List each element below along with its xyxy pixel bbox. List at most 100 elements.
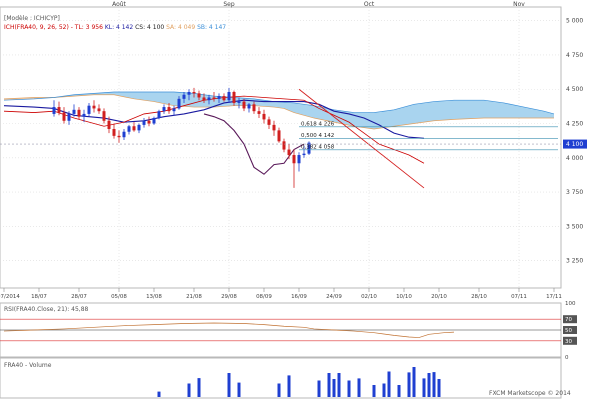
- cloud-segment: [394, 108, 399, 127]
- candle-body: [297, 155, 301, 164]
- date-tick-label: 18/07: [31, 294, 47, 300]
- volume-bar: [317, 380, 321, 397]
- candle-body: [122, 131, 126, 138]
- candle-body: [77, 109, 81, 117]
- volume-title: FRA40 - Volume: [4, 362, 52, 369]
- candle-body: [87, 105, 91, 114]
- cloud-segment: [169, 91, 174, 106]
- cloud-segment: [434, 101, 439, 121]
- candle-body: [132, 126, 136, 131]
- cloud-segment: [474, 100, 479, 119]
- price-tick-label: 4 750: [566, 52, 583, 59]
- date-tick-label: 28/07: [71, 294, 87, 300]
- candle-body: [232, 91, 236, 103]
- candle-body: [167, 107, 171, 112]
- volume-bar: [412, 367, 416, 397]
- cloud-segment: [484, 100, 489, 119]
- legend-entry: KL: 4 142: [105, 24, 135, 31]
- cloud-segment: [414, 103, 419, 124]
- rsi-axis-label: 70: [565, 317, 572, 323]
- candle-body: [97, 108, 101, 112]
- ichimoku-chart: Août Sep Oct Nov 0,618 4 226 0,500 4 142 0,38…: [0, 1, 587, 399]
- cloud-segment: [449, 100, 454, 120]
- volume-bar: [372, 385, 376, 397]
- legend-entry: TL: 3 956: [74, 24, 105, 31]
- candle-body: [197, 93, 201, 98]
- cloud-segment: [494, 101, 499, 119]
- date-tick-label: 09/07/2014: [0, 294, 20, 300]
- candle-body: [177, 98, 181, 109]
- candle-body: [212, 97, 216, 99]
- date-tick-label: 13/08: [146, 294, 162, 300]
- candle-body: [162, 107, 166, 112]
- candle-body: [62, 112, 66, 121]
- candle-body: [127, 126, 131, 132]
- cloud-segment: [534, 109, 539, 119]
- cloud-segment: [159, 91, 164, 104]
- cloud-segment: [419, 102, 424, 123]
- candle-body: [57, 107, 61, 113]
- month-label: Août: [112, 1, 126, 8]
- volume-bar: [197, 378, 201, 397]
- candle-body: [187, 91, 191, 95]
- cloud-segment: [479, 100, 484, 119]
- date-tick-label: 05/08: [111, 294, 127, 300]
- fib-level-label: 0,500 4 142: [301, 133, 334, 139]
- volume-bar: [422, 378, 426, 397]
- candle-body: [222, 96, 226, 101]
- cloud-segment: [524, 107, 529, 119]
- candle-body: [112, 128, 116, 136]
- legend-entry: SA: 4 049: [166, 24, 197, 31]
- cloud-segment: [409, 104, 414, 125]
- candle-body: [152, 118, 156, 124]
- price-panel: [0, 6, 562, 289]
- cloud-segment: [189, 93, 194, 108]
- cloud-segment: [164, 91, 169, 105]
- candle-body: [302, 153, 306, 156]
- candle-body: [82, 113, 86, 117]
- cloud-segment: [464, 100, 469, 119]
- date-tick-label: 10/10: [396, 294, 412, 300]
- candle-body: [252, 104, 256, 112]
- cloud-segment: [404, 105, 409, 125]
- cloud-segment: [134, 91, 139, 100]
- volume-bar: [407, 372, 411, 397]
- fib-level-label: 0,618 4 226: [301, 121, 335, 127]
- cloud-segment: [469, 100, 474, 119]
- candle-body: [182, 94, 186, 99]
- candle-body: [287, 149, 291, 156]
- candle-body: [272, 124, 276, 131]
- date-tick-label: 02/10: [361, 294, 377, 300]
- candle-body: [137, 124, 141, 131]
- cloud-segment: [399, 107, 404, 126]
- cloud-segment: [209, 95, 214, 108]
- volume-bar: [427, 373, 431, 397]
- date-tick-label: 28/10: [471, 294, 487, 300]
- cloud-segment: [389, 109, 394, 127]
- price-tick-label: 4 250: [566, 121, 583, 128]
- cloud-segment: [259, 99, 264, 107]
- current-price-text: 4 100: [566, 141, 583, 148]
- candle-body: [107, 120, 111, 129]
- rsi-title: RSI(FRA40.Close, 21): 45,88: [4, 306, 89, 313]
- legend-entry: ICH(FRA40, 9, 26, 52) -: [4, 24, 75, 31]
- watermark: FXCM Marketscope © 2014: [489, 390, 571, 397]
- volume-bar: [357, 378, 361, 397]
- cloud-segment: [514, 105, 519, 119]
- volume-bar: [187, 383, 191, 397]
- volume-bar: [327, 373, 331, 397]
- date-tick-label: 24/09: [326, 294, 342, 300]
- candle-body: [147, 120, 151, 124]
- date-tick-label: 20/10: [431, 294, 447, 300]
- date-axis: 09/07/2014 18/07 28/07 05/08 13/08 21/08 29/08…: [0, 288, 562, 300]
- legend-entry: SB: 4 147: [197, 24, 226, 31]
- date-tick-label: 07/11: [511, 294, 527, 300]
- cloud-segment: [429, 101, 434, 122]
- date-tick-label: 08/09: [256, 294, 272, 300]
- price-tick-label: 5 000: [566, 18, 583, 25]
- volume-bar: [387, 371, 391, 397]
- candle-body: [117, 135, 121, 138]
- candle-body: [277, 130, 281, 142]
- candle-body: [202, 97, 206, 101]
- candle-body: [267, 119, 271, 125]
